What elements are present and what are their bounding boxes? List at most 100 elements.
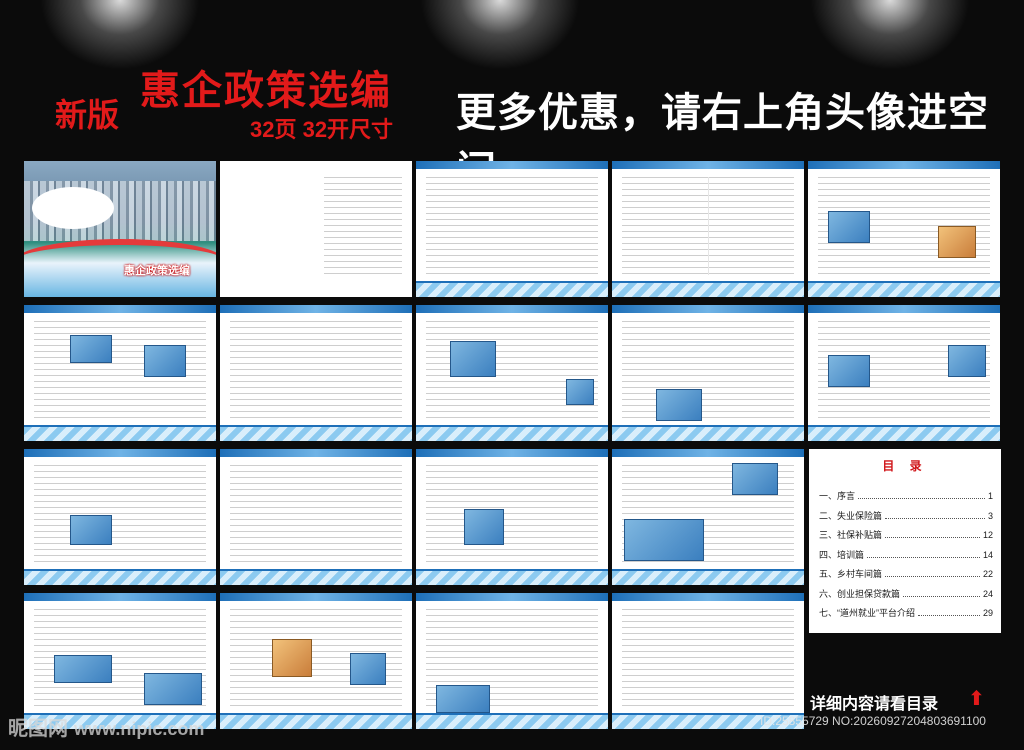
spotlight-center [420, 0, 580, 70]
spotlight-right [810, 0, 970, 70]
page-spread [416, 449, 608, 585]
page-text [230, 321, 402, 419]
page-band-top [416, 161, 608, 169]
page-spread [220, 161, 412, 297]
toc-item-page: 3 [987, 510, 993, 521]
toc-item-page: 24 [982, 588, 993, 599]
toc-item-label: 六、创业担保贷款篇 [819, 588, 901, 599]
page-band-bottom [220, 713, 412, 729]
cover-oval-placeholder [32, 187, 114, 229]
page-band-top [416, 305, 608, 313]
page-illustration [70, 515, 112, 545]
page-spread [416, 161, 608, 297]
page-spread [24, 593, 216, 729]
toc-item-page: 14 [982, 549, 993, 560]
page-band-bottom [612, 425, 804, 441]
page-spread [24, 449, 216, 585]
watermark-logo: 昵图网 [8, 718, 68, 740]
toc-item-page: 29 [982, 608, 993, 618]
page-band-top [220, 449, 412, 457]
page-band-top [612, 161, 804, 169]
page-band-top [416, 449, 608, 457]
page-illustration [732, 463, 778, 495]
page-illustration [938, 226, 976, 258]
toc-item-label: 五、乡村车间篇 [819, 569, 883, 579]
toc-item: 四、培训篇 14 [819, 548, 993, 568]
toc-item-label: 三、社保补贴篇 [819, 530, 883, 540]
page-illustration [350, 653, 386, 685]
page-band-bottom [808, 425, 1000, 441]
toc-item-page: 12 [982, 530, 993, 540]
page-spread [416, 593, 608, 729]
toc-item: 七、“道州就业”平台介绍 29 [819, 606, 993, 626]
page-band-top [612, 593, 804, 601]
page-band-top [24, 593, 216, 601]
toc-item-label: 七、“道州就业”平台介绍 [819, 608, 915, 618]
page-band-bottom [24, 569, 216, 585]
page-band-bottom [220, 569, 412, 585]
page-spread [416, 305, 608, 441]
table-of-contents: 目 录 一、序言 1 二、失业保险篇 3 三、社保补贴篇 12 四、培训篇 14 五、乡… [809, 449, 1001, 633]
main-title: 惠企政策选编 [140, 69, 392, 113]
arrow-up-icon: ⬆ [968, 688, 985, 710]
toc-leader [918, 615, 980, 616]
page-illustration [70, 335, 112, 363]
toc-leader [885, 517, 985, 519]
page-band-top [612, 305, 804, 313]
page-text [622, 321, 794, 419]
toc-item-label: 四、培训篇 [819, 549, 865, 560]
page-spread [612, 161, 804, 297]
page-spread [612, 593, 804, 729]
page-illustration [828, 355, 870, 387]
page-spread [612, 449, 804, 585]
see-toc-text: 详细内容请看目录 [810, 696, 939, 713]
toc-item-page: 1 [987, 491, 993, 501]
page-band-top [24, 305, 216, 313]
page-text [622, 609, 794, 707]
page-illustration [656, 389, 702, 421]
page-band-top [416, 593, 608, 601]
image-id: ID:25855729 NO:20260927204803691100 [760, 714, 986, 728]
toc-list: 一、序言 1 二、失业保险篇 3 三、社保补贴篇 12 四、培训篇 14 五、乡村车间篇… [819, 489, 993, 626]
page-band-bottom [24, 425, 216, 441]
page-band-top [220, 593, 412, 601]
page-spread [220, 593, 412, 729]
page-band-bottom [220, 425, 412, 441]
page-spread [220, 449, 412, 585]
page-illustration [948, 345, 986, 377]
cover-title: 惠企政策选编 [124, 265, 190, 277]
toc-item: 五、乡村车间篇 22 [819, 567, 993, 587]
toc-item-page: 22 [982, 569, 993, 579]
page-text [426, 177, 598, 275]
page-spread [220, 305, 412, 441]
page-spread [808, 161, 1000, 297]
page-band-bottom [416, 281, 608, 297]
page-band-top [24, 449, 216, 457]
page-band-top [808, 305, 1000, 313]
toc-item-label: 二、失业保险篇 [819, 510, 883, 521]
toc-leader [903, 595, 980, 597]
edition-label: 新版 [55, 97, 120, 133]
page-illustration [624, 519, 704, 561]
page-band-bottom [808, 281, 1000, 297]
watermark-url: www.nipic.com [74, 719, 205, 739]
page-band-bottom [416, 713, 608, 729]
page-band-top [612, 449, 804, 457]
page-illustration [144, 673, 202, 705]
page-band-top [808, 161, 1000, 169]
page-illustration [144, 345, 186, 377]
toc-item-label: 一、序言 [819, 491, 856, 501]
page-spread [612, 305, 804, 441]
page-illustration [464, 509, 504, 545]
page-spread [808, 305, 1000, 441]
page-fold [708, 177, 709, 275]
toc-item: 三、社保补贴篇 12 [819, 528, 993, 548]
toc-leader [885, 537, 980, 538]
page-text [34, 465, 206, 563]
page-band-bottom [612, 569, 804, 585]
toc-leader [858, 498, 985, 499]
page-spread [24, 305, 216, 441]
page-text [324, 177, 402, 275]
toc-item: 二、失业保险篇 3 [819, 509, 993, 529]
toc-item: 六、创业担保贷款篇 24 [819, 587, 993, 607]
